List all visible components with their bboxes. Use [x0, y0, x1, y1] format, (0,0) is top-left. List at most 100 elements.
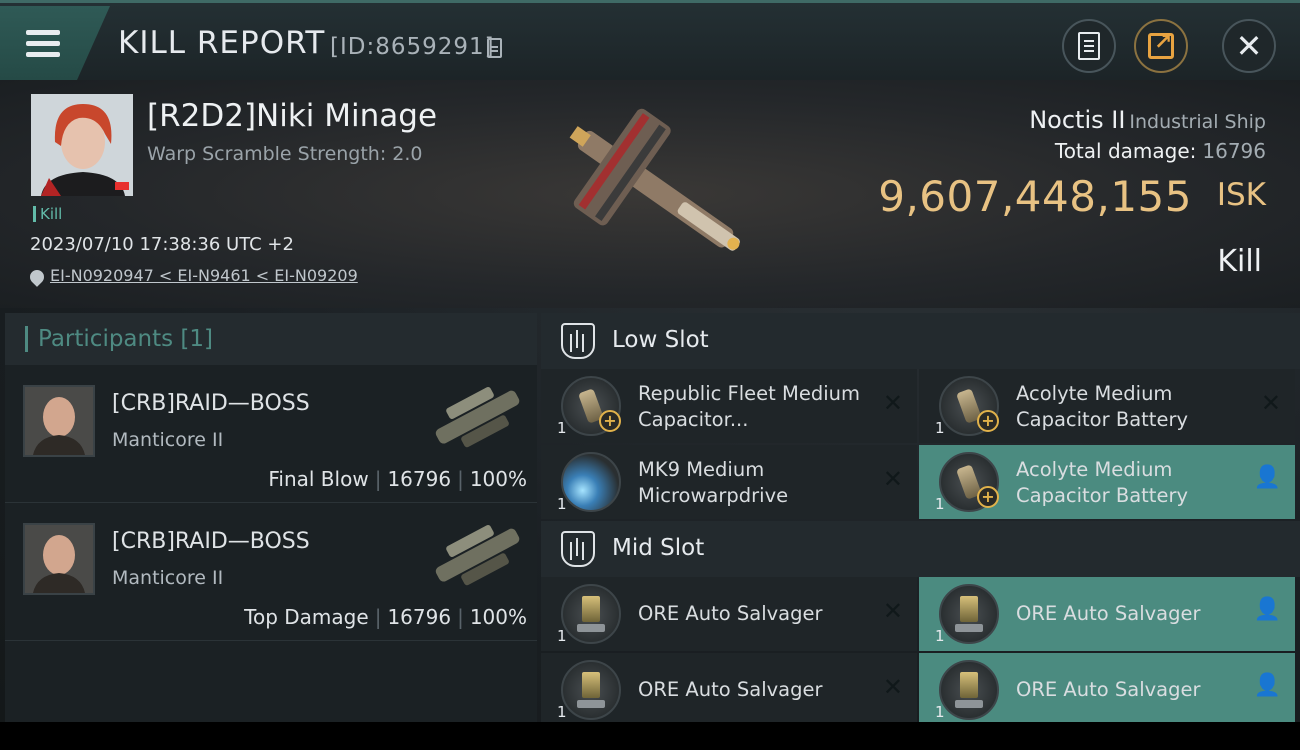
module-name: ORE Auto Salvager [638, 678, 823, 701]
destroyed-icon: ✕ [882, 597, 903, 625]
mid-slot-header: Mid Slot [541, 521, 1300, 577]
participants-header: Participants [1] [5, 313, 537, 365]
low-slot-icon [561, 323, 595, 359]
warp-scramble-strength: Warp Scramble Strength: 2.0 [147, 143, 423, 165]
module-name: ORE Auto Salvager [1016, 678, 1201, 701]
participant-percent: 100% [469, 605, 527, 629]
destroyed-icon: ✕ [1260, 389, 1281, 417]
participants-title: Participants [1] [25, 326, 213, 352]
participant-damage: 16796 [387, 467, 452, 491]
avatar[interactable] [23, 385, 95, 457]
participant-percent: 100% [469, 467, 527, 491]
participant-stats: Final Blow | 16796 | 100% [268, 467, 527, 491]
kill-report-window: KILL REPORT [ID:8659291] ✕ Kill [R2D2]Ni… [0, 0, 1300, 722]
share-icon [1148, 30, 1174, 59]
capacitor-battery-icon: + [939, 376, 999, 436]
participant-stats: Top Damage | 16796 | 100% [244, 605, 527, 629]
isk-value: 9,607,448,155 [878, 172, 1192, 221]
low-slot-header: Low Slot [541, 313, 1300, 369]
participant-role: Top Damage [244, 605, 369, 629]
ship-name-text: Noctis II [1029, 106, 1126, 134]
module-quantity: 1 [935, 495, 945, 513]
kill-tag: Kill [33, 206, 62, 222]
participant-ship: Manticore II [112, 429, 224, 451]
dropped-person-icon: 👤 [1253, 673, 1281, 698]
share-button[interactable] [1134, 19, 1188, 73]
module-name: Republic Fleet Medium Capacitor... [638, 382, 860, 431]
participant-name: [CRB]RAID—BOSS [112, 391, 310, 416]
close-button[interactable]: ✕ [1222, 19, 1276, 73]
salvager-icon [939, 584, 999, 644]
participant-ship: Manticore II [112, 567, 224, 589]
module-name: Acolyte Medium Capacitor Battery [1016, 382, 1188, 431]
module-item[interactable]: + 1 Republic Fleet Medium Capacitor... ✕ [541, 369, 917, 443]
module-item[interactable]: 1 MK9 Medium Microwarpdrive ✕ [541, 445, 917, 519]
salvager-icon [561, 584, 621, 644]
bottom-bar [0, 722, 1300, 750]
victim-panel: Kill [R2D2]Niki Minage Warp Scramble Str… [0, 80, 1300, 308]
result-label: Kill [1217, 244, 1262, 279]
participant-ship-render [435, 387, 520, 448]
dropped-person-icon: 👤 [1253, 465, 1281, 490]
victim-ship-render [569, 108, 740, 251]
ship-class: Industrial Ship [1129, 111, 1266, 133]
salvager-icon [939, 660, 999, 720]
destroyed-icon: ✕ [882, 465, 903, 493]
capacitor-battery-icon: + [939, 452, 999, 512]
copy-icon[interactable] [487, 38, 502, 58]
module-name: MK9 Medium Microwarpdrive [638, 458, 789, 507]
report-id: [ID:8659291] [330, 34, 495, 60]
kill-timestamp: 2023/07/10 17:38:36 UTC +2 [30, 234, 294, 255]
participants-panel: Participants [1] [CRB]RAID—BOSS Manticor… [5, 313, 537, 722]
destroyed-icon: ✕ [882, 389, 903, 417]
participant-ship-render [435, 525, 520, 586]
isk-unit: ISK [1216, 177, 1266, 213]
salvager-icon [561, 660, 621, 720]
low-slot-title: Low Slot [612, 327, 709, 353]
participant-name: [CRB]RAID—BOSS [112, 529, 310, 554]
module-item[interactable]: + 1 Acolyte Medium Capacitor Battery 👤 [919, 445, 1295, 519]
microwarpdrive-icon [561, 452, 621, 512]
participant-card[interactable]: [CRB]RAID—BOSS Manticore II Final Blow | 1… [5, 367, 537, 503]
participant-role: Final Blow [268, 467, 369, 491]
fitting-panel: Low Slot + 1 Republic Fleet Medium Capac… [541, 313, 1300, 722]
location-text[interactable]: EI-N0920947 < EI-N9461 < EI-N09209 [50, 266, 358, 285]
mid-slot-title: Mid Slot [612, 535, 705, 561]
participant-damage: 16796 [387, 605, 452, 629]
module-quantity: 1 [557, 495, 567, 513]
hamburger-icon[interactable] [0, 6, 110, 80]
total-damage-value: 16796 [1202, 139, 1266, 163]
total-damage: Total damage: 16796 [1055, 139, 1266, 163]
destroyed-icon: ✕ [882, 673, 903, 701]
location-pin-icon [27, 266, 47, 287]
module-item[interactable]: 1 ORE Auto Salvager 👤 [919, 653, 1295, 722]
module-quantity: 1 [557, 627, 567, 645]
module-item[interactable]: + 1 Acolyte Medium Capacitor Battery ✕ [919, 369, 1295, 443]
module-name: ORE Auto Salvager [1016, 602, 1201, 625]
close-icon: ✕ [1235, 27, 1263, 65]
victim-portrait[interactable] [31, 94, 133, 196]
module-quantity: 1 [935, 419, 945, 437]
module-item[interactable]: 1 ORE Auto Salvager 👤 [919, 577, 1295, 651]
kill-location[interactable]: EI-N0920947 < EI-N9461 < EI-N09209 [27, 266, 358, 287]
victim-name[interactable]: [R2D2]Niki Minage [147, 98, 437, 134]
dropped-person-icon: 👤 [1253, 597, 1281, 622]
module-quantity: 1 [557, 419, 567, 437]
module-quantity: 1 [935, 627, 945, 645]
victim-ship-name[interactable]: Noctis II Industrial Ship [1029, 106, 1266, 134]
capacitor-battery-icon: + [561, 376, 621, 436]
mid-slot-icon [561, 531, 595, 567]
module-name: ORE Auto Salvager [638, 602, 823, 625]
participant-card[interactable]: [CRB]RAID—BOSS Manticore II Top Damage | 1… [5, 505, 537, 641]
page-title: KILL REPORT [118, 25, 326, 61]
module-quantity: 1 [557, 703, 567, 721]
document-icon [1078, 32, 1100, 60]
total-damage-label: Total damage: [1054, 139, 1197, 163]
module-item[interactable]: 1 ORE Auto Salvager ✕ [541, 653, 917, 722]
module-name: Acolyte Medium Capacitor Battery [1016, 458, 1188, 507]
module-quantity: 1 [935, 703, 945, 721]
header-bar: KILL REPORT [ID:8659291] ✕ [0, 0, 1300, 80]
avatar[interactable] [23, 523, 95, 595]
document-button[interactable] [1062, 19, 1116, 73]
module-item[interactable]: 1 ORE Auto Salvager ✕ [541, 577, 917, 651]
